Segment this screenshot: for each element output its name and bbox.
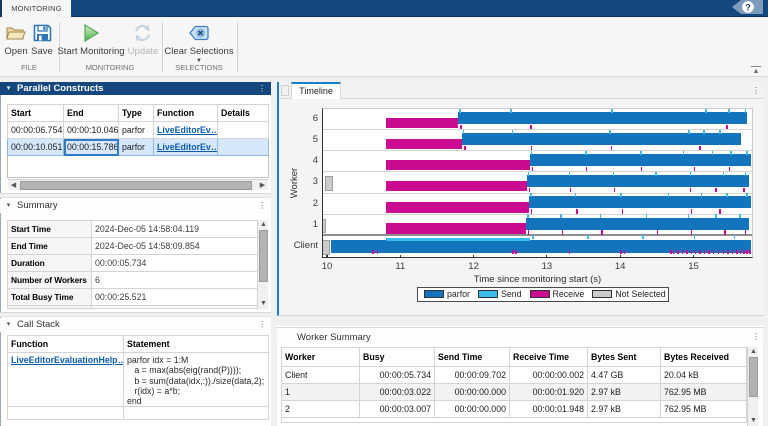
svg-text:?: ? <box>745 2 751 12</box>
